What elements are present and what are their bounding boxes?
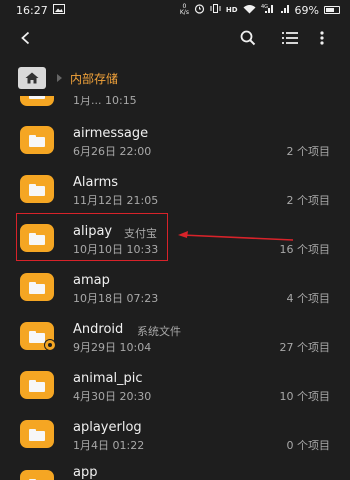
signal-type: 4G xyxy=(261,4,268,10)
list-item-date: 10月18日 07:23 xyxy=(73,292,159,305)
list-item-name: animal_pic xyxy=(73,371,143,386)
status-right: 0 K/s HD 4G 69% xyxy=(180,3,340,17)
list-item-count: 4 个项目 xyxy=(286,292,331,305)
list-item[interactable]: animal_pic 4月30日 20:30 10 个项目 xyxy=(0,369,350,418)
list-item-name: Android xyxy=(73,322,124,337)
net-speed-unit: K/s xyxy=(179,9,189,16)
back-button[interactable] xyxy=(14,26,38,50)
folder-icon xyxy=(20,175,54,203)
breadcrumb-current[interactable]: 内部存储 xyxy=(70,70,118,87)
signal-icon: 4G xyxy=(261,3,275,17)
list-item-name: airmessage xyxy=(73,126,149,141)
list-item-date: 4月30日 20:30 xyxy=(73,390,152,403)
list-item-name: Alarms xyxy=(73,175,119,190)
list-item-count: 10 个项目 xyxy=(279,390,331,403)
list-item-count: 2 个项目 xyxy=(286,145,331,158)
more-options-button[interactable] xyxy=(310,26,334,50)
list-item-count: 16 个项目 xyxy=(279,243,331,256)
list-item-date: 1月... 10:15 xyxy=(73,96,137,107)
home-button[interactable] xyxy=(18,67,46,89)
status-time: 16:27 xyxy=(16,3,48,17)
folder-icon xyxy=(20,273,54,301)
list-item-date: 6月26日 22:00 xyxy=(73,145,152,158)
app-bar xyxy=(0,20,350,56)
chevron-right-icon xyxy=(57,74,62,82)
folder-icon xyxy=(20,96,54,106)
signal-icon-2 xyxy=(280,4,290,17)
list-item-alias: 系统文件 xyxy=(137,325,181,338)
list-item[interactable]: amap 10月18日 07:23 4 个项目 xyxy=(0,271,350,320)
more-vert-icon xyxy=(320,31,324,45)
image-notification-icon xyxy=(52,3,65,17)
list-item[interactable]: aplayerlog 1月4日 01:22 0 个项目 xyxy=(0,418,350,467)
list-item-name: amap xyxy=(73,273,110,288)
list-item-date: 11月12日 21:05 xyxy=(73,194,159,207)
list-item-date: 9月29日 10:04 xyxy=(73,341,152,354)
list-item[interactable]: app xyxy=(0,464,350,480)
folder-icon xyxy=(20,470,54,480)
list-view-icon xyxy=(282,32,298,44)
annotation-highlight-box xyxy=(16,213,168,261)
list-view-button[interactable] xyxy=(278,26,302,50)
list-item-count: 0 个项目 xyxy=(286,439,331,452)
status-bar: 16:27 0 K/s HD 4G 69% xyxy=(0,0,350,20)
search-icon xyxy=(240,30,256,46)
alarm-icon xyxy=(194,3,205,17)
vibrate-icon xyxy=(210,3,221,17)
hd-badge: HD xyxy=(225,6,238,14)
list-item-date: 1月4日 01:22 xyxy=(73,439,145,452)
breadcrumb: 内部存储 xyxy=(0,62,350,94)
wifi-icon xyxy=(243,4,256,17)
list-item-partial[interactable]: 1月... 10:15 xyxy=(0,96,350,108)
list-item-name: app xyxy=(73,465,98,480)
list-item-count: 27 个项目 xyxy=(279,341,331,354)
search-button[interactable] xyxy=(236,26,260,50)
folder-icon xyxy=(20,420,54,448)
arrow-left-icon xyxy=(21,31,30,45)
list-item-name: aplayerlog xyxy=(73,420,142,435)
net-speed: 0 K/s xyxy=(180,4,189,16)
list-item[interactable]: airmessage 6月26日 22:00 2 个项目 xyxy=(0,124,350,173)
home-icon xyxy=(25,72,39,84)
status-left: 16:27 xyxy=(16,3,65,17)
folder-icon xyxy=(20,126,54,154)
folder-icon xyxy=(20,371,54,399)
system-gear-icon xyxy=(44,339,56,351)
battery-icon xyxy=(324,6,340,14)
battery-percent: 69% xyxy=(294,3,319,17)
list-item[interactable]: Android 系统文件 9月29日 10:04 27 个项目 xyxy=(0,320,350,369)
list-item-count: 2 个项目 xyxy=(286,194,331,207)
